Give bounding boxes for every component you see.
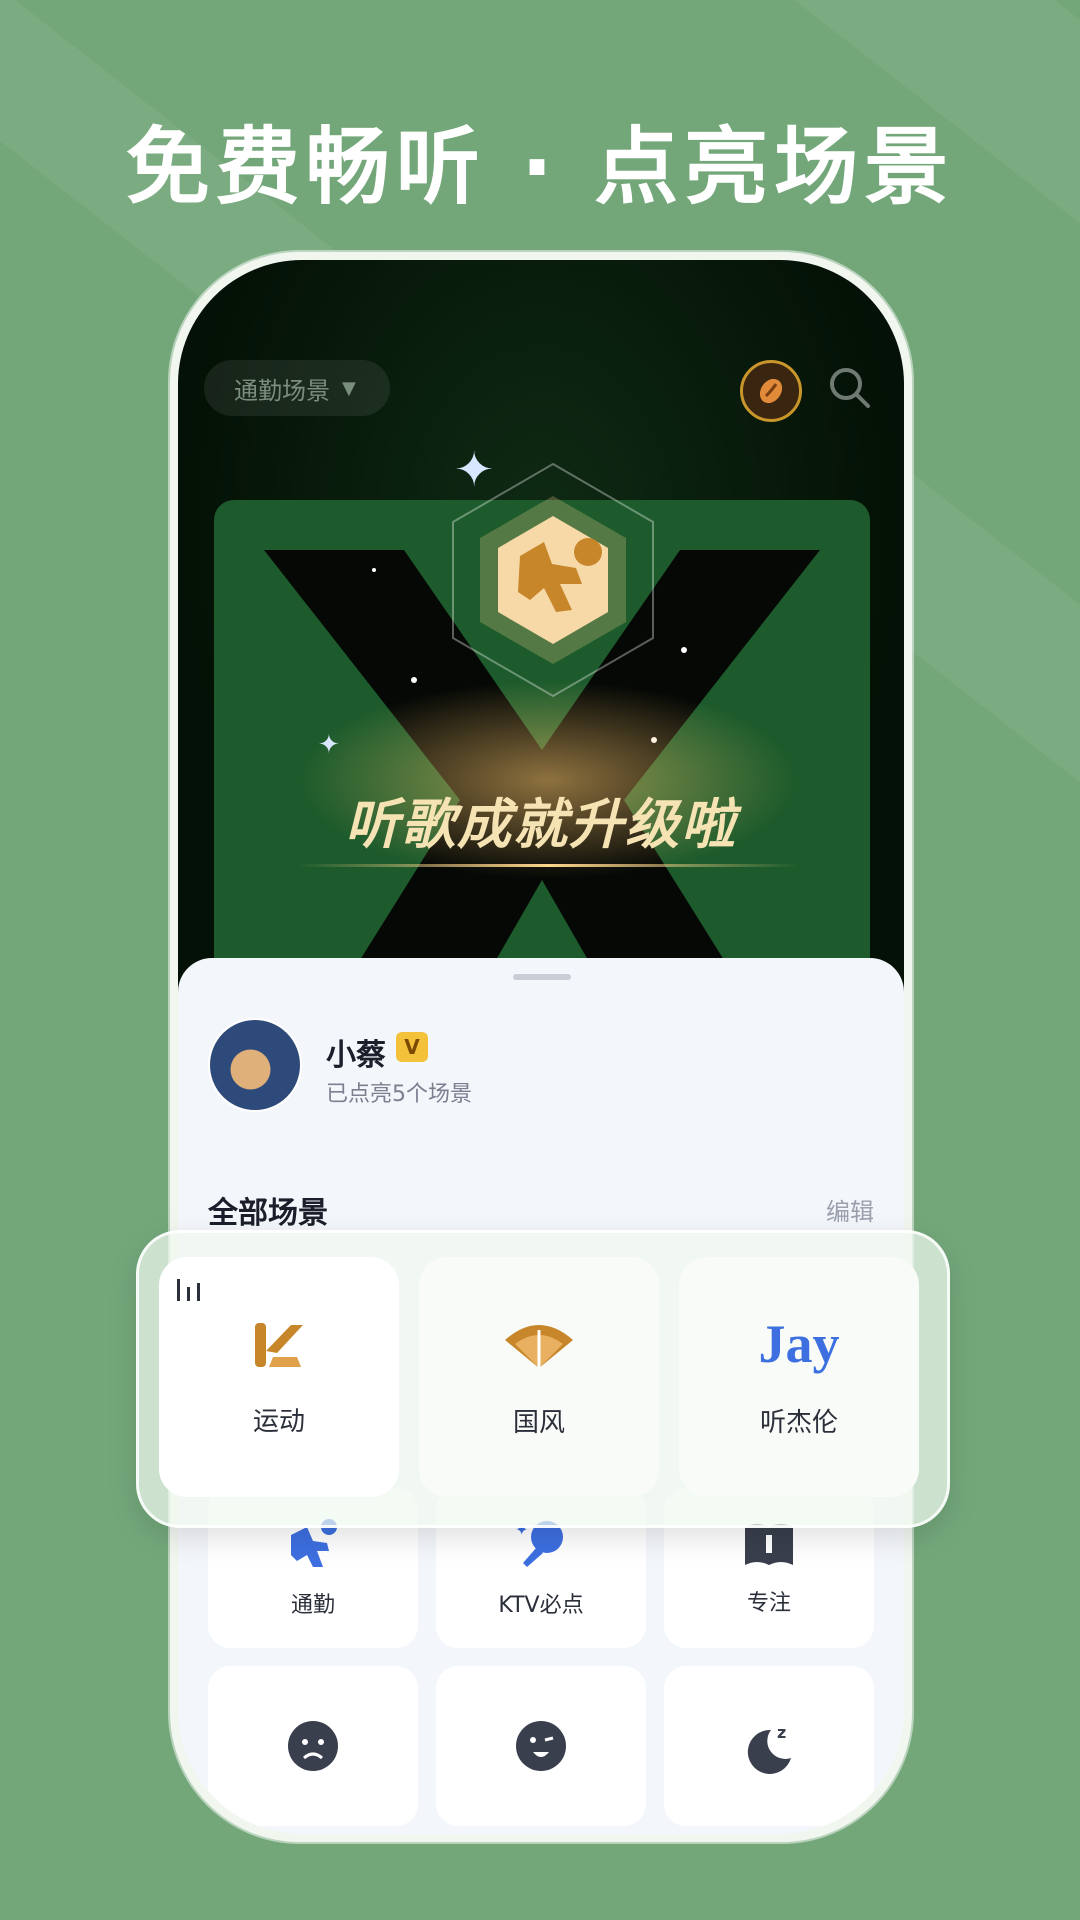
- caret-down-icon: ▼: [342, 377, 356, 399]
- edit-button[interactable]: 编辑: [826, 1192, 874, 1227]
- moon-sleep-icon: z: [747, 1723, 791, 1774]
- sparkle-icon: ✦: [454, 442, 495, 498]
- section-title: 全部场景: [208, 1196, 328, 1231]
- scene-card-label: 通勤: [290, 1593, 335, 1618]
- playing-bars-icon: [177, 1279, 200, 1301]
- user-subtitle: 已点亮5个场景: [326, 1082, 472, 1107]
- phone-frame: 通勤场景 ▼ ✦ ✦ 听歌成就升级啦 小蔡 V 已点亮5个场景 全部场景 编辑 …: [170, 252, 912, 1842]
- featured-card-label: 听杰伦: [759, 1407, 838, 1438]
- sheet-handle[interactable]: [513, 974, 571, 980]
- featured-card-sport[interactable]: 运动: [159, 1257, 399, 1497]
- svg-text:z: z: [777, 1723, 786, 1742]
- bean-button[interactable]: [740, 360, 802, 422]
- avatar[interactable]: [208, 1018, 302, 1112]
- fan-icon: [505, 1324, 573, 1368]
- jay-logo-icon: Jay: [758, 1313, 840, 1374]
- user-name: 小蔡: [326, 1038, 386, 1073]
- search-icon[interactable]: [826, 364, 874, 412]
- scene-card-sad[interactable]: [208, 1666, 418, 1826]
- featured-scenes-panel: 运动 国风 Jay 听杰伦: [136, 1230, 950, 1528]
- page-headline: 免费畅听 · 点亮场景: [125, 118, 955, 216]
- k-logo-icon: [255, 1322, 303, 1367]
- phone-screen: 通勤场景 ▼ ✦ ✦ 听歌成就升级啦 小蔡 V 已点亮5个场景 全部场景 编辑 …: [178, 260, 904, 1834]
- achievement-text: 听歌成就升级啦: [345, 793, 737, 856]
- featured-card-jay[interactable]: Jay 听杰伦: [679, 1257, 919, 1497]
- vip-badge-icon: V: [396, 1032, 428, 1062]
- scene-card-happy[interactable]: [436, 1666, 646, 1826]
- featured-card-label: 国风: [512, 1407, 565, 1438]
- scene-card-sleep[interactable]: z: [664, 1666, 874, 1826]
- scene-card-label: KTV必点: [498, 1593, 584, 1618]
- hero-banner: 通勤场景 ▼ ✦ ✦ 听歌成就升级啦: [178, 260, 904, 1040]
- featured-card-label: 运动: [252, 1406, 305, 1437]
- scene-card-label: 专注: [746, 1591, 791, 1616]
- sad-face-icon: [288, 1721, 338, 1771]
- bean-icon: [759, 378, 783, 404]
- featured-card-guofeng[interactable]: 国风: [419, 1257, 659, 1497]
- scene-selector-label: 通勤场景: [234, 376, 330, 405]
- scene-selector[interactable]: 通勤场景 ▼: [204, 360, 390, 416]
- wink-face-icon: [516, 1721, 566, 1771]
- achievement-underline: [298, 864, 798, 867]
- sparkle-icon: ✦: [318, 730, 340, 760]
